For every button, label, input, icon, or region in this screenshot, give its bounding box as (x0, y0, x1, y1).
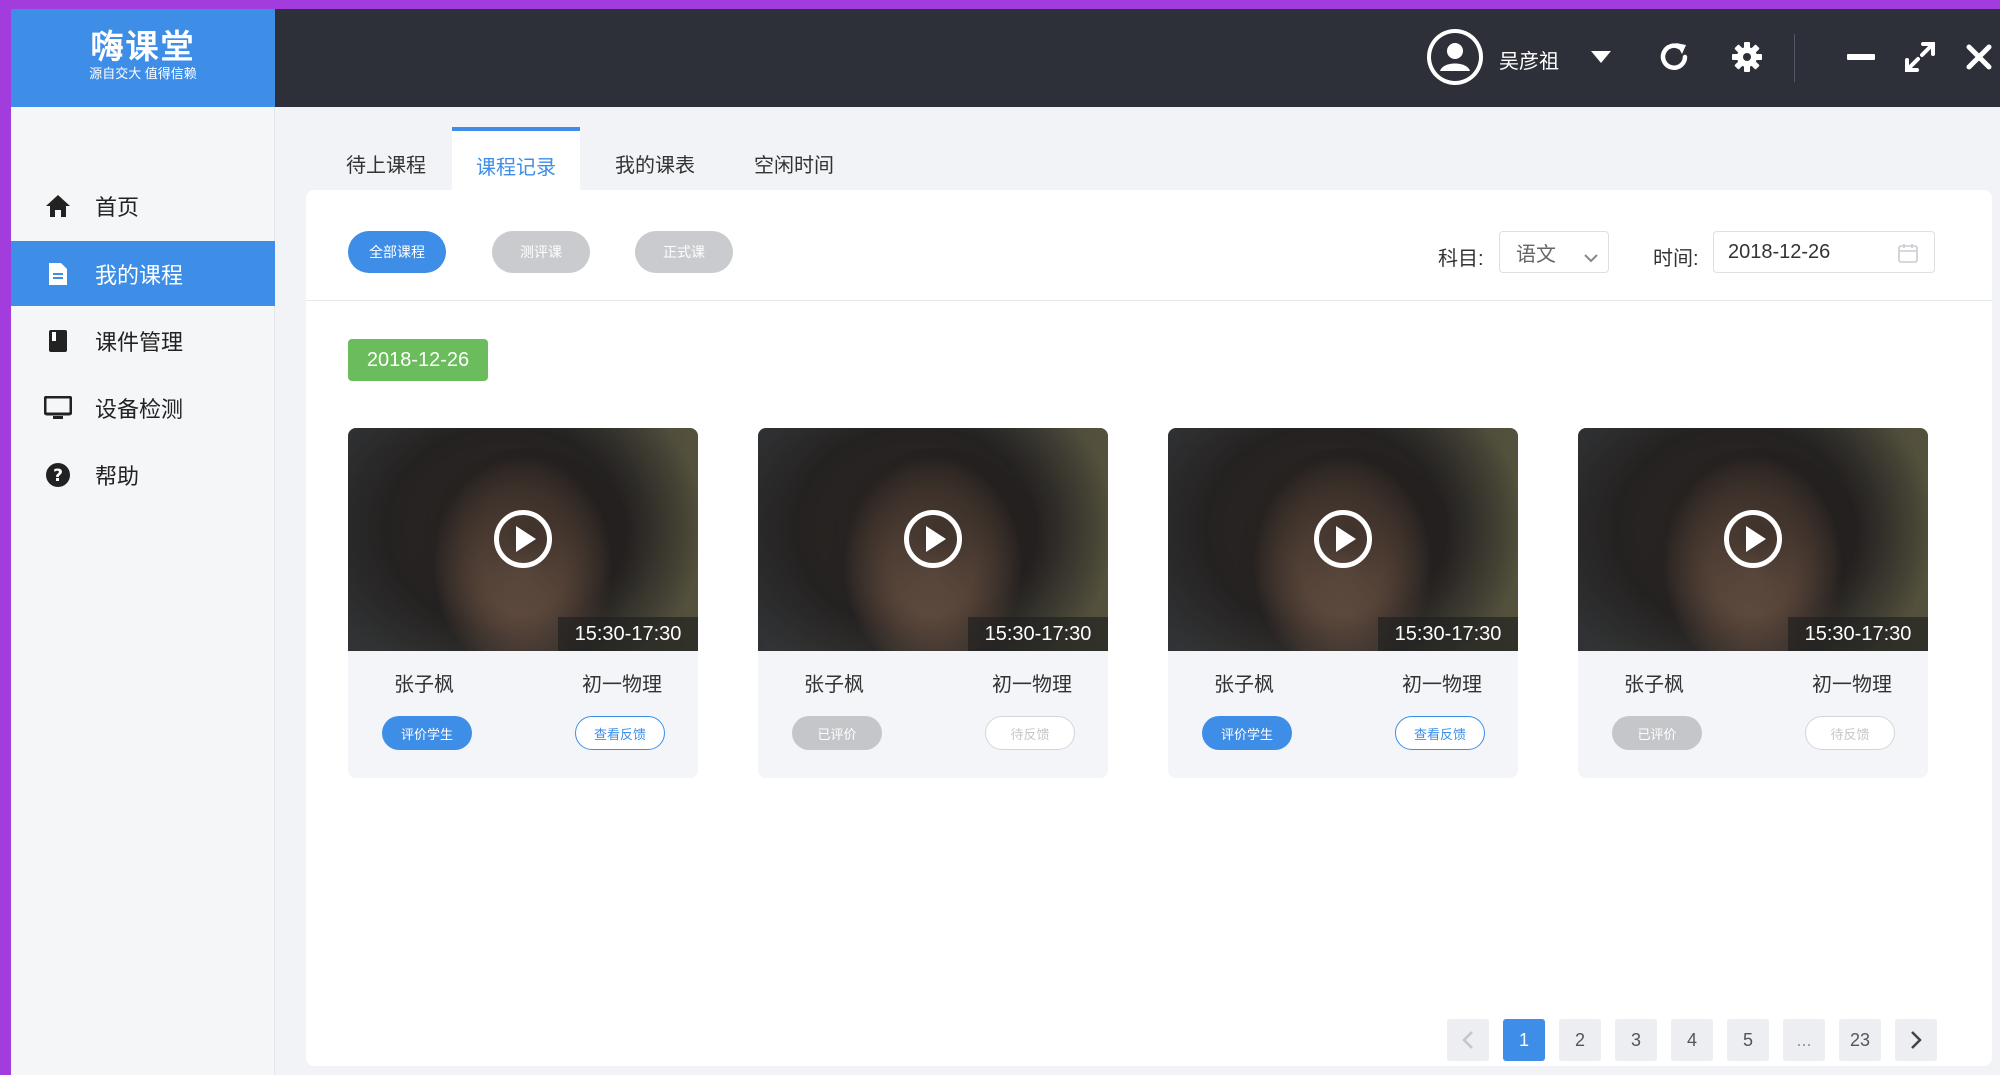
maximize-icon[interactable] (1900, 37, 1940, 77)
avatar[interactable] (1427, 29, 1483, 85)
evaluated-button[interactable]: 已评价 (792, 716, 882, 750)
play-icon[interactable] (494, 510, 552, 568)
book-icon (44, 327, 72, 355)
teacher-name: 张子枫 (1624, 674, 1684, 696)
prev-page-button[interactable] (1447, 1019, 1489, 1061)
calendar-icon (1898, 243, 1918, 269)
logo-subtitle: 源自交大 值得信赖 (89, 66, 197, 81)
evaluated-button[interactable]: 已评价 (1612, 716, 1702, 750)
play-icon[interactable] (1314, 510, 1372, 568)
sidebar-item-my-courses[interactable]: 我的课程 (11, 241, 275, 306)
sidebar-item-help[interactable]: ? 帮助 (11, 442, 275, 507)
page-button-5[interactable]: 5 (1727, 1019, 1769, 1061)
username[interactable]: 吴彦祖 (1499, 45, 1559, 74)
sidebar-item-device-check[interactable]: 设备检测 (11, 375, 275, 440)
time-caption: 15:30-17:30 (968, 617, 1108, 651)
page-button-1[interactable]: 1 (1503, 1019, 1545, 1061)
course-card: 15:30-17:30 张子枫 初一物理 评价学生 查看反馈 (1168, 428, 1518, 778)
refresh-icon[interactable] (1654, 37, 1694, 77)
evaluate-student-button[interactable]: 评价学生 (382, 716, 472, 750)
subject-value: 语文 (1516, 243, 1556, 266)
time-caption: 15:30-17:30 (1378, 617, 1518, 651)
course-card: 15:30-17:30 张子枫 初一物理 评价学生 查看反馈 (348, 428, 698, 778)
chevron-down-icon[interactable] (1581, 37, 1621, 77)
close-icon[interactable] (1959, 37, 1999, 77)
logo: 嗨课堂 源自交大 值得信赖 (11, 9, 275, 107)
next-page-button[interactable] (1895, 1019, 1937, 1061)
logo-title: 嗨课堂 (90, 28, 196, 65)
play-icon[interactable] (1724, 510, 1782, 568)
header-divider (1794, 34, 1795, 82)
subject-select[interactable]: 语文 (1499, 231, 1609, 273)
help-icon: ? (44, 461, 72, 489)
sidebar-item-label: 帮助 (95, 463, 140, 489)
top-bar: 嗨课堂 源自交大 值得信赖 吴彦祖 (11, 9, 2000, 107)
sidebar-item-courseware[interactable]: 课件管理 (11, 308, 275, 373)
sidebar-item-label: 设备检测 (95, 396, 184, 422)
tab-upcoming[interactable]: 待上课程 (322, 127, 450, 199)
course-name: 初一物理 (992, 674, 1072, 696)
sidebar: 首页 我的课程 课件管理 设备检测 ? 帮助 (11, 107, 275, 1075)
filter-formal[interactable]: 正式课 (635, 231, 733, 273)
chevron-left-icon (1462, 1031, 1473, 1049)
time-caption: 15:30-17:30 (558, 617, 698, 651)
main-panel: 全部课程 测评课 正式课 科目: 语文 时间: 2018-12-26 2018-… (306, 190, 1992, 1066)
tab-my-schedule[interactable]: 我的课表 (591, 127, 719, 199)
page-button-2[interactable]: 2 (1559, 1019, 1601, 1061)
view-feedback-button[interactable]: 查看反馈 (575, 716, 665, 750)
course-name: 初一物理 (582, 674, 662, 696)
video-thumbnail[interactable]: 15:30-17:30 (758, 428, 1108, 651)
teacher-name: 张子枫 (394, 674, 454, 696)
pending-feedback-button[interactable]: 待反馈 (985, 716, 1075, 750)
monitor-icon (44, 394, 72, 422)
view-feedback-button[interactable]: 查看反馈 (1395, 716, 1485, 750)
course-card: 15:30-17:30 张子枫 初一物理 已评价 待反馈 (758, 428, 1108, 778)
minimize-icon[interactable] (1841, 37, 1881, 77)
gear-icon[interactable] (1727, 37, 1767, 77)
app-window: 嗨课堂 源自交大 值得信赖 吴彦祖 首页 我的课程 课件管理 设备检测 ? 帮助… (11, 9, 2000, 1075)
sidebar-item-label: 我的课程 (95, 262, 184, 288)
subject-label: 科目: (1438, 248, 1484, 270)
teacher-name: 张子枫 (1214, 674, 1274, 696)
course-name: 初一物理 (1812, 674, 1892, 696)
evaluate-student-button[interactable]: 评价学生 (1202, 716, 1292, 750)
filter-all-courses[interactable]: 全部课程 (348, 231, 446, 273)
time-label: 时间: (1653, 248, 1699, 270)
date-picker[interactable]: 2018-12-26 (1713, 231, 1935, 273)
sidebar-item-label: 首页 (95, 194, 140, 220)
time-caption: 15:30-17:30 (1788, 617, 1928, 651)
home-icon (44, 192, 72, 220)
tab-free-time[interactable]: 空闲时间 (730, 127, 858, 199)
chevron-down-icon (1584, 246, 1598, 269)
filter-assessment[interactable]: 测评课 (492, 231, 590, 273)
svg-text:?: ? (53, 466, 63, 486)
page-button-23[interactable]: 23 (1839, 1019, 1881, 1061)
page-ellipsis: ... (1783, 1019, 1825, 1061)
course-card: 15:30-17:30 张子枫 初一物理 已评价 待反馈 (1578, 428, 1928, 778)
tab-course-records[interactable]: 课程记录 (452, 127, 580, 199)
document-icon (44, 260, 72, 288)
pending-feedback-button[interactable]: 待反馈 (1805, 716, 1895, 750)
teacher-name: 张子枫 (804, 674, 864, 696)
course-name: 初一物理 (1402, 674, 1482, 696)
sidebar-item-home[interactable]: 首页 (11, 173, 275, 238)
sidebar-item-label: 课件管理 (95, 329, 184, 355)
divider (306, 300, 1992, 301)
page-button-4[interactable]: 4 (1671, 1019, 1713, 1061)
video-thumbnail[interactable]: 15:30-17:30 (348, 428, 698, 651)
video-thumbnail[interactable]: 15:30-17:30 (1168, 428, 1518, 651)
page-button-3[interactable]: 3 (1615, 1019, 1657, 1061)
date-value: 2018-12-26 (1728, 240, 1831, 263)
video-thumbnail[interactable]: 15:30-17:30 (1578, 428, 1928, 651)
user-icon (1431, 33, 1479, 81)
chevron-right-icon (1911, 1031, 1922, 1049)
date-group-badge: 2018-12-26 (348, 339, 488, 381)
play-icon[interactable] (904, 510, 962, 568)
